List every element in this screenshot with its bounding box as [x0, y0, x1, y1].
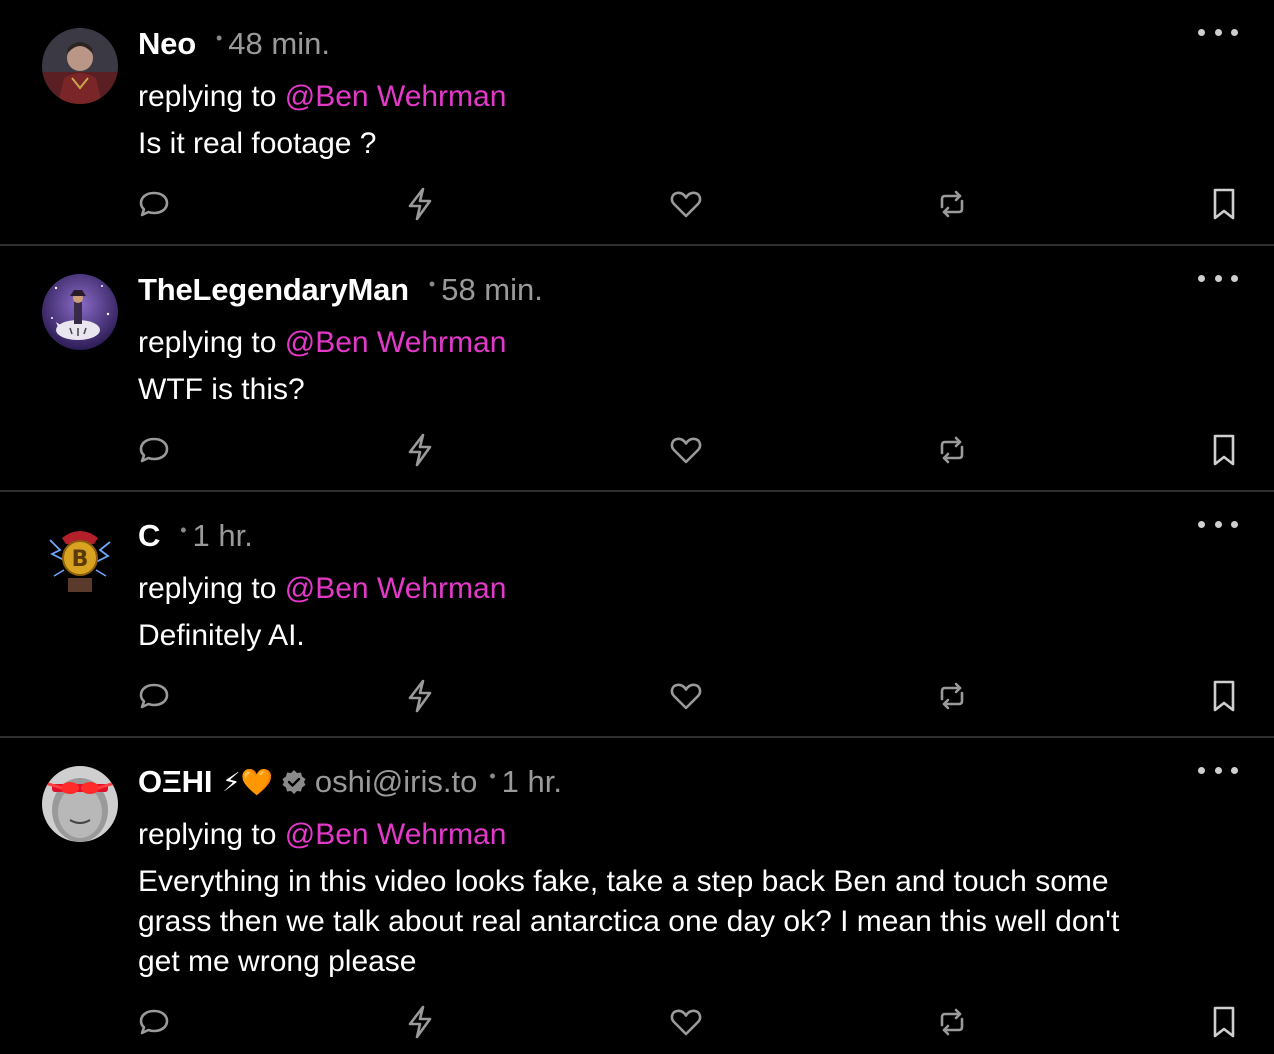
zap-icon[interactable]	[402, 1004, 438, 1040]
zap-icon[interactable]	[402, 678, 438, 714]
zap-icon[interactable]	[402, 432, 438, 468]
separator-dot: •	[428, 273, 436, 294]
post-text: Definitely AI.	[138, 619, 305, 652]
replying-to: replying to @Ben Wehrman	[138, 326, 506, 360]
post-header: Neo • 48 min.	[138, 24, 330, 64]
comment-icon[interactable]	[136, 1004, 172, 1040]
post-time[interactable]: 1 hr.	[502, 764, 562, 800]
comment-icon[interactable]	[136, 432, 172, 468]
repost-icon[interactable]	[934, 678, 970, 714]
post-header: C • 1 hr.	[138, 516, 253, 556]
replying-to: replying to @Ben Wehrman	[138, 80, 506, 114]
post-time[interactable]: 58 min.	[441, 272, 543, 308]
bookmark-icon[interactable]	[1206, 186, 1242, 222]
bookmark-icon[interactable]	[1206, 1004, 1242, 1040]
replying-to-label: replying to	[138, 572, 285, 605]
replying-to: replying to @Ben Wehrman	[138, 818, 506, 852]
more-options-icon[interactable]	[1198, 270, 1238, 286]
svg-text:B: B	[72, 547, 89, 572]
avatar[interactable]	[42, 766, 118, 842]
repost-icon[interactable]	[934, 432, 970, 468]
post[interactable]: B C • 1 hr. replying to @Ben Wehrman Def…	[0, 492, 1274, 738]
heart-icon[interactable]	[668, 1004, 704, 1040]
zap-icon[interactable]	[402, 186, 438, 222]
comment-icon[interactable]	[136, 678, 172, 714]
mention-link[interactable]: @Ben Wehrman	[285, 80, 507, 113]
avatar[interactable]	[42, 28, 118, 104]
avatar[interactable]: B	[42, 520, 118, 596]
author-name[interactable]: C	[138, 518, 160, 554]
post-text: WTF is this?	[138, 373, 305, 406]
name-emoji: ⚡🧡	[222, 766, 273, 797]
reply-feed: Neo • 48 min. replying to @Ben Wehrman I…	[0, 0, 1274, 1054]
repost-icon[interactable]	[934, 1004, 970, 1040]
repost-icon[interactable]	[934, 186, 970, 222]
post-time[interactable]: 48 min.	[228, 26, 330, 62]
nip05-identifier[interactable]: oshi@iris.to	[315, 764, 477, 800]
post[interactable]: TheLegendaryMan • 58 min. replying to @B…	[0, 246, 1274, 492]
post[interactable]: OΞHI ⚡🧡 oshi@iris.to • 1 hr. replying to…	[0, 738, 1274, 1054]
separator-dot: •	[489, 765, 496, 786]
avatar[interactable]	[42, 274, 118, 350]
bookmark-icon[interactable]	[1206, 678, 1242, 714]
replying-to-label: replying to	[138, 818, 285, 851]
more-options-icon[interactable]	[1198, 516, 1238, 532]
separator-dot: •	[215, 27, 223, 48]
post-header: TheLegendaryMan • 58 min.	[138, 270, 543, 310]
bookmark-icon[interactable]	[1206, 432, 1242, 468]
post-time[interactable]: 1 hr.	[193, 518, 253, 554]
more-options-icon[interactable]	[1198, 762, 1238, 778]
author-name[interactable]: OΞHI	[138, 764, 212, 800]
post-header: OΞHI ⚡🧡 oshi@iris.to • 1 hr.	[138, 762, 562, 802]
replying-to-label: replying to	[138, 326, 285, 359]
mention-link[interactable]: @Ben Wehrman	[285, 572, 507, 605]
author-name[interactable]: Neo	[138, 26, 196, 62]
replying-to-label: replying to	[138, 80, 285, 113]
author-name[interactable]: TheLegendaryMan	[138, 272, 409, 308]
mention-link[interactable]: @Ben Wehrman	[285, 818, 507, 851]
post[interactable]: Neo • 48 min. replying to @Ben Wehrman I…	[0, 0, 1274, 246]
verified-badge-icon	[281, 769, 307, 795]
heart-icon[interactable]	[668, 678, 704, 714]
post-text: Everything in this video looks fake, tak…	[138, 865, 1120, 978]
replying-to: replying to @Ben Wehrman	[138, 572, 506, 606]
heart-icon[interactable]	[668, 186, 704, 222]
more-options-icon[interactable]	[1198, 24, 1238, 40]
post-text: Is it real footage ?	[138, 127, 377, 160]
mention-link[interactable]: @Ben Wehrman	[285, 326, 507, 359]
heart-icon[interactable]	[668, 432, 704, 468]
separator-dot: •	[180, 519, 187, 540]
comment-icon[interactable]	[136, 186, 172, 222]
